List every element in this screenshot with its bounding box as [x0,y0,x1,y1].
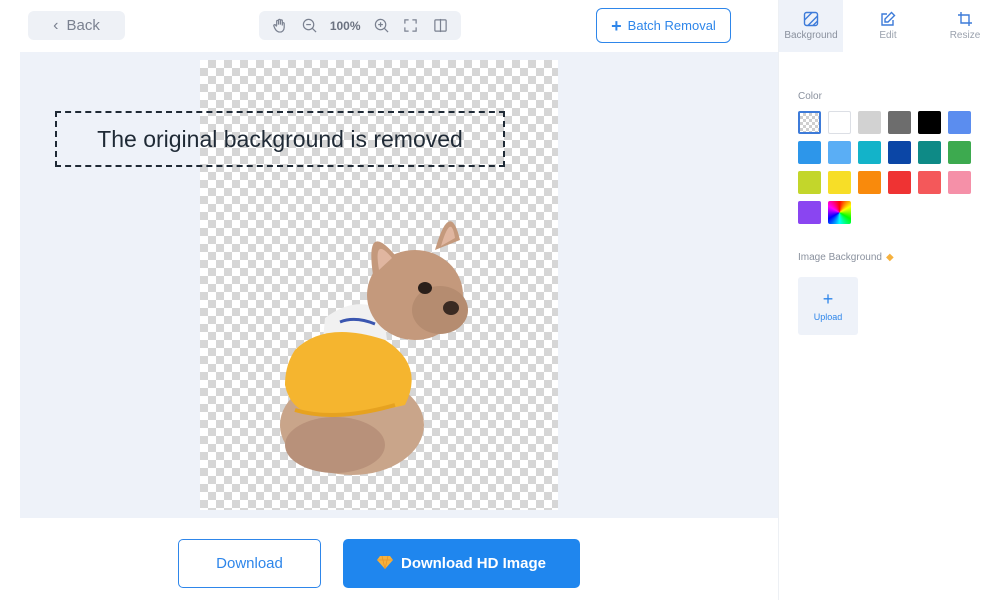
swatch-color[interactable] [798,171,821,194]
tab-resize[interactable]: Resize [933,0,997,52]
color-swatches [798,111,978,224]
tab-edit-label: Edit [879,30,897,41]
back-label: Back [66,17,100,34]
hand-pan-icon[interactable] [271,17,289,35]
download-button[interactable]: Download [178,539,321,588]
image-canvas: The original background is removed [20,52,778,518]
color-section-title: Color [798,91,822,102]
plus-icon: + [611,15,622,36]
plus-icon: + [822,289,834,309]
swatch-color[interactable] [918,171,941,194]
tab-background[interactable]: Background [779,0,843,52]
swatch-color[interactable] [918,111,941,134]
top-toolbar: ‹ Back 100% + Batch Removal [20,0,778,52]
swatch-color[interactable] [828,111,851,134]
background-icon [803,11,819,27]
swatch-color[interactable] [858,141,881,164]
compare-icon[interactable] [431,17,449,35]
swatch-color[interactable] [828,141,851,164]
swatch-color[interactable] [888,171,911,194]
premium-diamond-icon: ◆ [885,252,894,263]
batch-removal-button[interactable]: + Batch Removal [596,8,731,43]
swatch-color[interactable] [798,141,821,164]
chevron-left-icon: ‹ [53,16,59,34]
crop-icon [958,12,972,26]
download-bar: Download Download HD Image [20,518,778,600]
swatch-color[interactable] [948,171,971,194]
swatch-color[interactable] [798,201,821,224]
diamond-icon [376,555,393,573]
zoom-out-icon[interactable] [300,17,318,35]
swatch-color[interactable] [888,111,911,134]
download-label: Download [216,555,283,572]
zoom-level: 100% [329,18,361,33]
tab-edit[interactable]: Edit [856,0,920,52]
swatch-color[interactable] [948,111,971,134]
tab-background-label: Background [784,30,838,41]
settings-panel: Background Edit Resize Color Image Backg… [778,0,1000,600]
batch-removal-label: Batch Removal [627,18,716,33]
upload-label: Upload [813,312,843,322]
swatch-color[interactable] [858,111,881,134]
zoom-toolbar: 100% [259,11,461,40]
swatch-color[interactable] [828,171,851,194]
download-hd-button[interactable]: Download HD Image [343,539,580,588]
swatch-color[interactable] [918,141,941,164]
zoom-in-icon[interactable] [372,17,390,35]
background-removed-caption: The original background is removed [55,111,505,167]
download-hd-label: Download HD Image [400,555,546,572]
swatch-color[interactable] [888,141,911,164]
upload-background-button[interactable]: + Upload [798,277,858,335]
swatch-custom-color[interactable] [828,201,851,224]
swatch-color[interactable] [948,141,971,164]
edit-icon [881,11,896,26]
swatch-transparent[interactable] [798,111,821,134]
image-background-title: Image Background ◆ [798,252,894,263]
image-background-label: Image Background [798,252,882,263]
dog-cutout-image [280,221,468,475]
tab-resize-label: Resize [949,30,981,41]
panel-tabs: Background Edit Resize [779,0,1000,52]
back-button[interactable]: ‹ Back [28,11,125,40]
caption-text: The original background is removed [97,125,463,152]
swatch-color[interactable] [858,171,881,194]
fit-screen-icon[interactable] [402,17,420,35]
